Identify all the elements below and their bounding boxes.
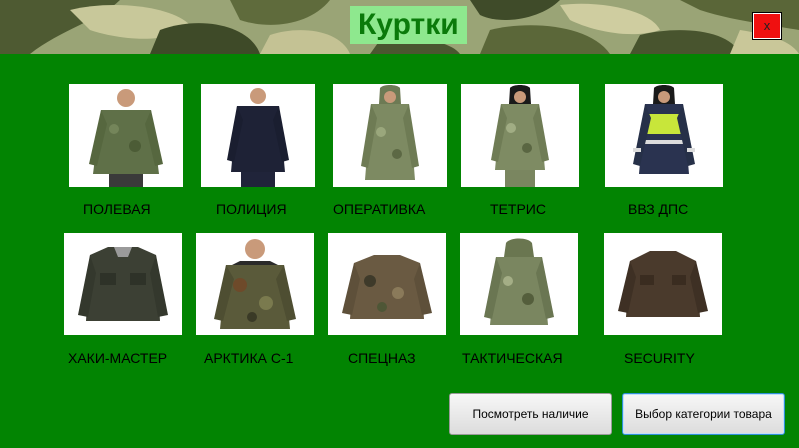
jacket-reflective-photo — [605, 84, 723, 187]
jacket-hooded-camo-photo — [333, 84, 447, 187]
choose-category-button[interactable]: Выбор категории товара — [622, 393, 785, 435]
product-label: ТЕТРИС — [490, 201, 546, 217]
product-label: АРКТИКА С-1 — [204, 350, 294, 366]
check-stock-button[interactable]: Посмотреть наличие — [449, 393, 612, 435]
product-label: ХАКИ-МАСТЕР — [68, 350, 168, 366]
jacket-camo-photo — [69, 84, 183, 187]
jacket-police-photo — [201, 84, 315, 187]
product-label: ВВЗ ДПС — [628, 201, 689, 217]
window-title: Куртки — [350, 6, 467, 44]
product-label: СПЕЦНАЗ — [348, 350, 416, 366]
product-label: SECURITY — [624, 350, 695, 366]
close-button[interactable]: x — [752, 12, 782, 40]
jacket-hooded-camo-photo — [461, 84, 579, 187]
product-label: ОПЕРАТИВКА — [333, 201, 426, 217]
jacket-winter-camo-photo — [196, 233, 314, 335]
jacket-camo-photo — [328, 233, 446, 335]
jacket-tactical-photo — [460, 233, 578, 335]
product-label: ТАКТИЧЕСКАЯ — [462, 350, 563, 366]
product-label: ПОЛИЦИЯ — [216, 201, 287, 217]
jacket-brown-photo — [604, 233, 722, 335]
jacket-khaki-photo — [64, 233, 182, 335]
product-label: ПОЛЕВАЯ — [83, 201, 151, 217]
